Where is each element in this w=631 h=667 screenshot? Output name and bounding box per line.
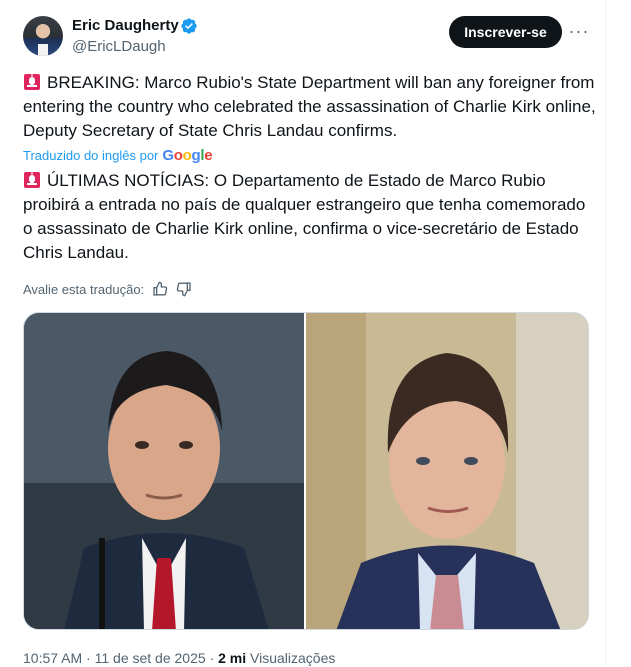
post-translated-text: ÚLTIMAS NOTÍCIAS: O Departamento de Esta… bbox=[23, 169, 598, 265]
meta-separator-2: · bbox=[209, 650, 215, 666]
post-date[interactable]: 11 de set de 2025 bbox=[95, 650, 206, 666]
post-original-text: BREAKING: Marco Rubio's State Department… bbox=[23, 71, 598, 143]
thumbs-up-icon[interactable] bbox=[152, 281, 168, 297]
post-original-body: BREAKING: Marco Rubio's State Department… bbox=[23, 73, 596, 140]
rate-translation-label: Avalie esta tradução: bbox=[23, 281, 145, 297]
google-logo[interactable]: Google bbox=[162, 147, 212, 164]
portrait-illustration-right bbox=[306, 313, 588, 629]
views-count: 2 mi bbox=[218, 650, 247, 666]
author-handle[interactable]: @EricLDaugh bbox=[72, 38, 166, 56]
media-gallery[interactable] bbox=[23, 312, 589, 630]
more-horizontal-icon[interactable]: ··· bbox=[568, 20, 590, 42]
tweet-card: Eric Daugherty @EricLDaugh Inscrever-se … bbox=[0, 0, 606, 667]
police-siren-emoji-icon bbox=[24, 74, 40, 90]
verified-badge-icon bbox=[181, 18, 197, 34]
thumbs-down-icon[interactable] bbox=[176, 281, 192, 297]
follow-button[interactable]: Inscrever-se bbox=[449, 16, 562, 48]
author-name[interactable]: Eric Daugherty bbox=[72, 16, 179, 36]
photo-charlie-kirk[interactable] bbox=[306, 313, 588, 629]
police-siren-emoji-icon-2 bbox=[24, 172, 40, 188]
author-avatar[interactable] bbox=[23, 16, 63, 56]
meta-separator: · bbox=[86, 650, 91, 666]
portrait-illustration-left bbox=[24, 313, 304, 629]
post-translated-body: ÚLTIMAS NOTÍCIAS: O Departamento de Esta… bbox=[23, 171, 586, 262]
post-meta: 10:57 AM · 11 de set de 2025 · 2 mi Visu… bbox=[23, 649, 335, 667]
translated-by: Traduzido do inglês por Google bbox=[23, 146, 213, 164]
translated-label: Traduzido do inglês por bbox=[23, 147, 159, 163]
post-time[interactable]: 10:57 AM bbox=[23, 650, 82, 666]
photo-marco-rubio[interactable] bbox=[24, 313, 304, 629]
views-label: Visualizações bbox=[250, 650, 336, 666]
rate-translation: Avalie esta tradução: bbox=[23, 280, 192, 298]
